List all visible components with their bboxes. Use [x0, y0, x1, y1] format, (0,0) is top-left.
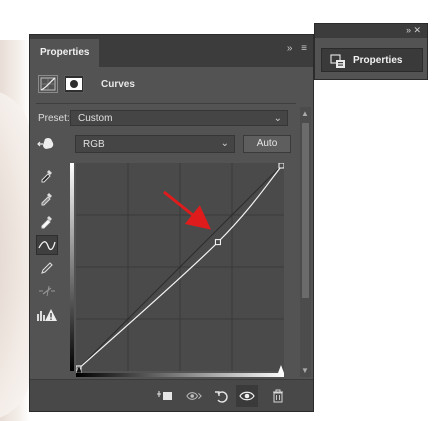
divider	[36, 103, 296, 104]
panel-scrollbar[interactable]: ▲ ▼	[300, 107, 311, 377]
collapse-icon[interactable]: »	[287, 43, 293, 54]
output-gradient-bar	[70, 163, 74, 371]
photo-canvas-edge	[0, 40, 30, 421]
channel-select[interactable]: RGB ⌄	[75, 135, 235, 153]
clip-to-layer-icon[interactable]	[157, 389, 173, 403]
tab-properties[interactable]: Properties	[30, 39, 100, 67]
curves-adjustment-icon[interactable]	[38, 75, 58, 93]
scrollbar-thumb[interactable]	[302, 123, 309, 298]
black-input-slider[interactable]	[76, 365, 82, 373]
collapsed-panel-dock: » ✕ Properties	[314, 23, 428, 80]
dock-properties-button[interactable]: Properties	[321, 48, 423, 72]
scroll-up-icon[interactable]: ▲	[301, 109, 309, 118]
adjustment-label: Curves	[101, 79, 135, 90]
preset-value: Custom	[78, 113, 113, 124]
dock-controls[interactable]: » ✕	[406, 25, 421, 36]
dock-titlebar: » ✕	[315, 24, 427, 38]
view-previous-state-icon[interactable]	[186, 389, 202, 403]
white-input-slider[interactable]	[278, 365, 284, 373]
preset-select[interactable]: Custom ⌄	[70, 110, 288, 126]
curve-control-point[interactable]	[278, 162, 285, 169]
annotation-arrow	[163, 190, 212, 230]
clipping-warning-icon[interactable]	[36, 305, 58, 325]
panel-titlebar: Properties » ≡	[30, 35, 313, 67]
scroll-down-icon[interactable]: ▼	[301, 366, 309, 375]
dock-properties-label: Properties	[353, 55, 403, 66]
chevron-down-icon: ⌄	[273, 113, 282, 124]
trash-icon[interactable]	[270, 389, 286, 403]
gray-point-eyedropper-icon[interactable]	[36, 188, 58, 208]
mask-icon[interactable]	[64, 75, 84, 93]
eye-icon[interactable]	[236, 385, 258, 407]
preset-label: Preset:	[38, 113, 70, 124]
panel-footer	[30, 379, 313, 411]
on-image-adjust-icon[interactable]	[36, 134, 58, 154]
input-gradient-bar	[76, 373, 284, 377]
panel-menu-icon[interactable]: ≡	[301, 43, 307, 54]
auto-button[interactable]: Auto	[243, 135, 291, 153]
curve-control-point[interactable]	[214, 239, 221, 246]
chevron-down-icon: ⌄	[220, 138, 229, 149]
smooth-curve-icon[interactable]	[36, 281, 58, 301]
white-point-eyedropper-icon[interactable]	[36, 211, 58, 231]
pencil-draw-icon[interactable]	[36, 258, 58, 278]
channel-value: RGB	[83, 139, 105, 150]
black-point-eyedropper-icon[interactable]	[36, 165, 58, 185]
properties-panel-icon	[330, 54, 345, 68]
edit-points-curve-icon[interactable]	[36, 235, 58, 255]
reset-icon[interactable]	[214, 389, 230, 403]
